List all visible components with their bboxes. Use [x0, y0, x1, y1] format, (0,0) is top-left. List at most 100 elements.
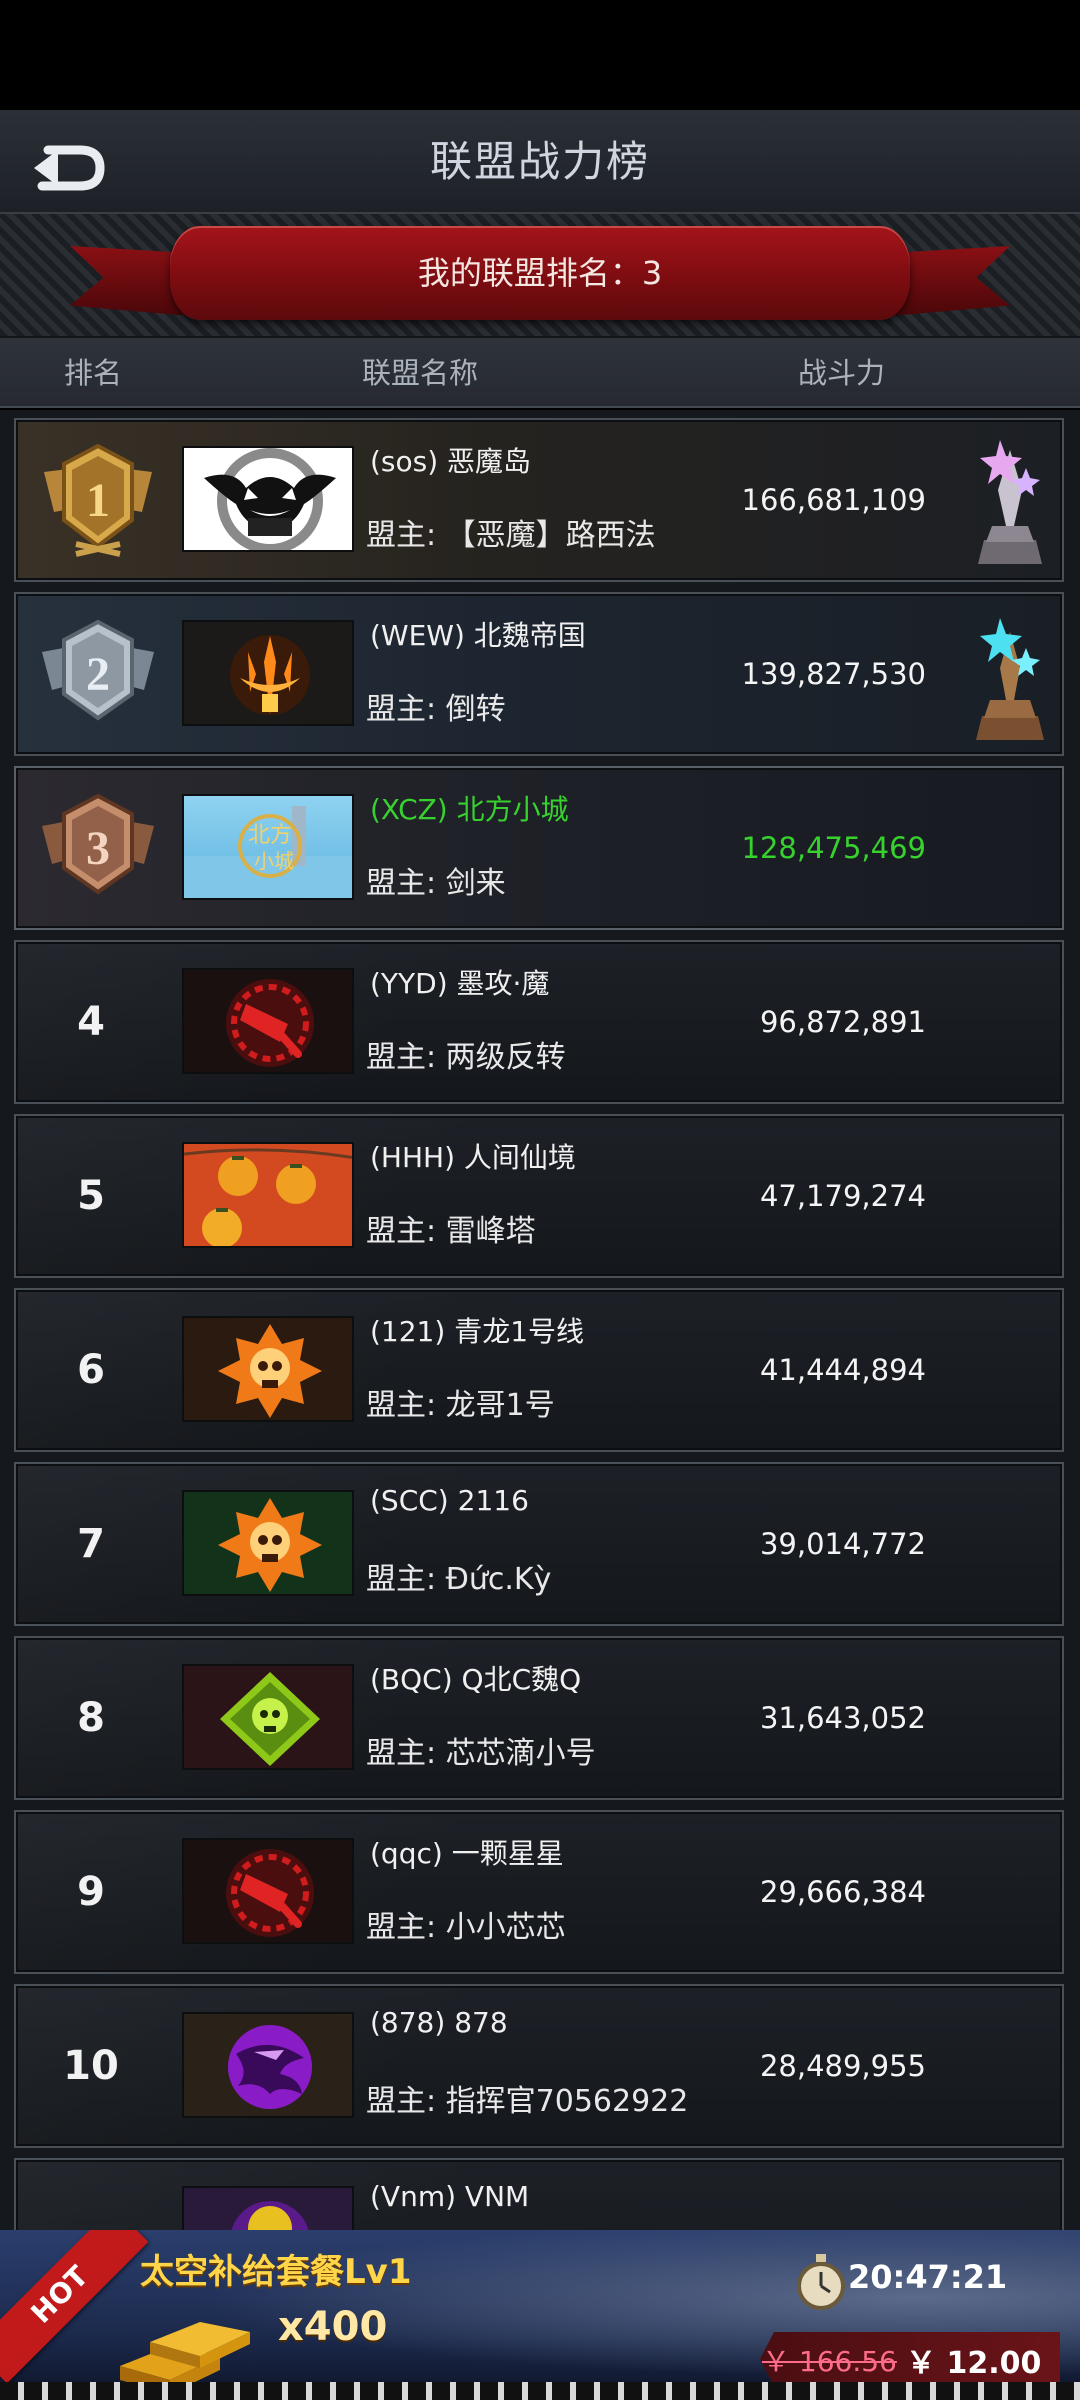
red-cleaver-emblem — [226, 1849, 314, 1937]
alliance-name: (HHH) 人间仙境 — [370, 1141, 576, 1174]
alliance-emblem — [182, 620, 354, 726]
rank-number: 7 — [77, 1521, 105, 1567]
alliance-leader: 盟主: Đức.Kỳ — [366, 1562, 552, 1597]
rank-number: 4 — [77, 999, 105, 1045]
original-price: ￥ 166.56 — [762, 2345, 897, 2378]
table-row[interactable]: 1 (sos) 恶魔岛 盟主: 【恶魔】路西法 166,681,109 — [14, 418, 1064, 582]
table-row[interactable]: 3 北方 小城 (XCZ) 北方小城 盟主: 剑来 128,475,469 — [14, 766, 1064, 930]
rank-number: 8 — [77, 1695, 105, 1741]
alliance-leader: 盟主: 指挥官70562922 — [366, 2084, 689, 2119]
alliance-emblem — [182, 968, 354, 1074]
combat-power: 39,014,772 — [759, 1527, 926, 1561]
alliance-name: (XCZ) 北方小城 — [370, 793, 569, 826]
alliance-emblem — [182, 446, 354, 552]
purple-eagle-emblem — [228, 2025, 312, 2109]
alliance-list[interactable]: 1 (sos) 恶魔岛 盟主: 【恶魔】路西法 166,681,109 2 (W… — [0, 410, 1080, 2230]
alliance-emblem: 北方 小城 — [182, 794, 354, 900]
alliance-leader: 盟主: 雷峰塔 — [366, 1214, 536, 1249]
column-header-name: 联盟名称 — [362, 356, 479, 390]
alliance-name: (121) 青龙1号线 — [370, 1315, 585, 1348]
demon-bat-emblem — [204, 448, 336, 550]
alliance-emblem — [182, 1142, 354, 1248]
promo-timer: 20:47:21 — [848, 2258, 1008, 2296]
alliance-leader: 盟主: 两级反转 — [366, 1040, 566, 1075]
trident-flame-emblem — [230, 635, 310, 715]
alliance-emblem — [182, 2012, 354, 2118]
table-row[interactable]: 2 (WEW) 北魏帝国 盟主: 倒转 139,827,530 — [14, 592, 1064, 756]
table-row[interactable]: (Vnm) VNM — [14, 2158, 1064, 2230]
svg-text:北方: 北方 — [248, 823, 292, 848]
header: 联盟战力榜 — [0, 110, 1080, 214]
rank-number: 6 — [77, 1347, 105, 1393]
svg-text:1: 1 — [86, 474, 110, 527]
svg-text:2: 2 — [86, 648, 110, 701]
orange-skull-green-emblem — [218, 1498, 322, 1592]
alliance-name: (WEW) 北魏帝国 — [370, 619, 586, 652]
table-row[interactable]: 6 (121) 青龙1号线 盟主: 龙哥1号 41,444,894 — [14, 1288, 1064, 1452]
yellow-emblem — [231, 2201, 309, 2230]
alliance-name: (878) 878 — [370, 2006, 508, 2039]
combat-power: 47,179,274 — [759, 1179, 926, 1213]
alliance-leader: 盟主: 小小芯芯 — [366, 1910, 566, 1945]
alliance-leader: 盟主: 倒转 — [366, 692, 506, 727]
table-row[interactable]: 5 (HHH) 人间仙境 盟主: 雷峰塔 47,179,274 — [14, 1114, 1064, 1278]
alliance-leader: 盟主: 芯芯滴小号 — [366, 1736, 596, 1771]
page-title: 联盟战力榜 — [429, 137, 650, 186]
ad-bottom-border — [0, 2382, 1080, 2400]
alliance-name: (YYD) 墨攻·魔 — [370, 967, 550, 1000]
table-row[interactable]: 4 (YYD) 墨攻·魔 盟主: 两级反转 96,872,891 — [14, 940, 1064, 1104]
alliance-name: (qqc) 一颗星星 — [370, 1837, 564, 1870]
alliance-emblem — [182, 1664, 354, 1770]
red-cleaver-emblem — [226, 979, 314, 1067]
sale-price[interactable]: ￥ 12.00 — [906, 2338, 1041, 2382]
rank-number: 10 — [63, 2043, 119, 2089]
alliance-emblem — [182, 2186, 354, 2230]
bronze-medal-icon: 3 — [42, 793, 154, 895]
combat-power: 96,872,891 — [759, 1005, 926, 1039]
gold-medal-icon: 1 — [44, 443, 152, 557]
column-header-power: 战斗力 — [798, 356, 886, 390]
alliance-leader: 盟主: 龙哥1号 — [366, 1388, 555, 1423]
alliance-emblem — [182, 1490, 354, 1596]
promo-title: 太空补给套餐Lv1 — [140, 2252, 412, 2292]
status-bar — [0, 0, 1080, 110]
silver-trophy-icon — [978, 440, 1042, 564]
alliance-name: (SCC) 2116 — [370, 1484, 529, 1517]
alliance-leader: 盟主: 【恶魔】路西法 — [366, 518, 656, 553]
table-row[interactable]: 9 (qqc) 一颗星星 盟主: 小小芯芯 29,666,384 — [14, 1810, 1064, 1974]
table-row[interactable]: 8 (BQC) Q北C魏Q 盟主: 芯芯滴小号 31,643,052 — [14, 1636, 1064, 1800]
column-header-rank: 排名 — [64, 356, 123, 390]
bronze-trophy-icon — [976, 618, 1044, 740]
column-headers: 排名 联盟名称 战斗力 — [0, 338, 1080, 408]
table-row[interactable]: 7 (SCC) 2116 盟主: Đức.Kỳ 39,014,772 — [14, 1462, 1064, 1626]
back-button[interactable] — [28, 130, 118, 194]
alliance-emblem — [182, 1838, 354, 1944]
rank-number: 9 — [77, 1869, 105, 1915]
combat-power: 28,489,955 — [759, 2049, 926, 2083]
combat-power: 31,643,052 — [759, 1701, 926, 1735]
alliance-leader: 盟主: 剑来 — [366, 866, 506, 901]
back-arrow-icon — [34, 145, 105, 191]
gold-bars-icon — [120, 2322, 250, 2394]
my-alliance-rank: 我的联盟排名：3 — [417, 254, 663, 292]
combat-power: 29,666,384 — [759, 1875, 926, 1909]
stopwatch-icon — [797, 2254, 845, 2310]
combat-power: 139,827,530 — [741, 657, 927, 691]
svg-text:3: 3 — [86, 822, 110, 875]
combat-power: 166,681,109 — [741, 483, 927, 517]
promo-banner[interactable]: HOT 太空补给套餐Lv1 x400 20:47:21 ￥ 166.56 ￥ 1… — [0, 2230, 1080, 2400]
rank-banner: 我的联盟排名：3 — [0, 214, 1080, 338]
svg-text:小城: 小城 — [254, 849, 294, 873]
alliance-name: (sos) 恶魔岛 — [370, 445, 532, 478]
alliance-emblem — [182, 1316, 354, 1422]
table-row[interactable]: 10 (878) 878 盟主: 指挥官70562922 28,489,955 — [14, 1984, 1064, 2148]
green-skull-emblem — [220, 1672, 320, 1766]
combat-power: 128,475,469 — [741, 831, 927, 865]
orange-skull-emblem — [218, 1324, 322, 1418]
alliance-name: (BQC) Q北C魏Q — [370, 1663, 582, 1696]
combat-power: 41,444,894 — [759, 1353, 926, 1387]
silver-medal-icon: 2 — [42, 619, 154, 721]
promo-quantity: x400 — [278, 2304, 388, 2350]
xcz-city-emblem: 北方 小城 — [184, 806, 352, 898]
alliance-name: (Vnm) VNM — [370, 2180, 530, 2213]
